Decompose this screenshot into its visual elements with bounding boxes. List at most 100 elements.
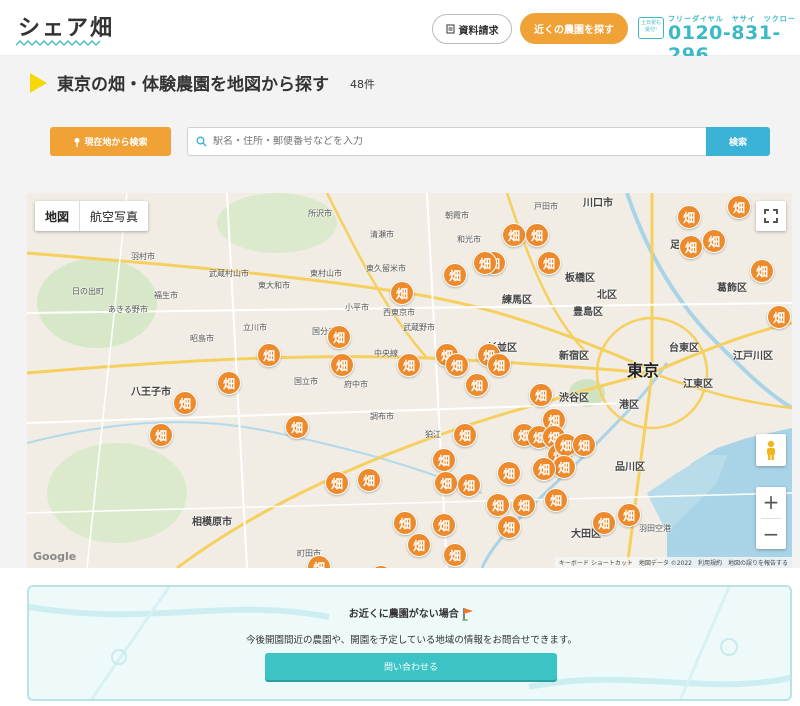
farm-pin[interactable]: 畑 bbox=[544, 488, 568, 512]
map-label: 西東京市 bbox=[383, 308, 415, 317]
farm-pin[interactable]: 畑 bbox=[434, 471, 458, 495]
contact-description: 今後開園間近の農園や、開園を予定している地域の情報をお問合せできます。 bbox=[246, 635, 577, 646]
pegman-icon bbox=[767, 440, 775, 460]
contact-button[interactable]: 問い合わせる bbox=[265, 653, 557, 680]
farm-pin[interactable]: 畑 bbox=[432, 448, 456, 472]
farm-pin[interactable]: 畑 bbox=[457, 473, 481, 497]
map-label: 渋谷区 bbox=[559, 393, 589, 404]
farm-pin[interactable]: 畑 bbox=[443, 263, 467, 287]
farm-pin[interactable]: 畑 bbox=[257, 343, 281, 367]
map-label: 品川区 bbox=[615, 462, 645, 473]
farm-pin[interactable]: 畑 bbox=[679, 235, 703, 259]
fullscreen-icon bbox=[764, 209, 778, 223]
farm-pin[interactable]: 畑 bbox=[502, 223, 526, 247]
current-location-search-button[interactable]: 現在地から検索 bbox=[50, 127, 171, 156]
zoom-in-button[interactable]: + bbox=[756, 487, 786, 518]
map-label: 川口市 bbox=[583, 198, 613, 209]
map-label: 八王子市 bbox=[131, 387, 171, 398]
contact-box: お近くに農園がない場合 今後開園間近の農園や、開園を予定している地域の情報をお問… bbox=[27, 585, 792, 701]
farm-pin[interactable]: 畑 bbox=[357, 468, 381, 492]
farm-pin[interactable]: 畑 bbox=[525, 223, 549, 247]
farm-pin[interactable]: 畑 bbox=[750, 259, 774, 283]
farm-pin[interactable]: 畑 bbox=[407, 533, 431, 557]
farm-pin[interactable]: 畑 bbox=[592, 511, 616, 535]
farm-pin[interactable]: 畑 bbox=[487, 353, 511, 377]
contact-title-text: お近くに農園がない場合 bbox=[348, 609, 459, 620]
search-button[interactable]: 検索 bbox=[706, 127, 770, 156]
map-label: 国立市 bbox=[294, 377, 318, 386]
map-label: 武蔵村山市 bbox=[209, 269, 249, 278]
farm-pin[interactable]: 畑 bbox=[512, 493, 536, 517]
farm-pin[interactable]: 畑 bbox=[149, 423, 173, 447]
free-badge: 土日祝も受付! bbox=[638, 17, 664, 39]
map-label: あきる野市 bbox=[108, 305, 148, 314]
farm-pin[interactable]: 畑 bbox=[432, 513, 456, 537]
map-type-satellite[interactable]: 航空写真 bbox=[80, 201, 148, 231]
farm-pin[interactable]: 畑 bbox=[767, 305, 791, 329]
farm-pin[interactable]: 畑 bbox=[532, 457, 556, 481]
map-label: 江戸川区 bbox=[733, 351, 773, 362]
street-view-pegman[interactable] bbox=[756, 434, 786, 466]
farm-pin[interactable]: 畑 bbox=[445, 353, 469, 377]
map-label: 立川市 bbox=[243, 323, 267, 332]
farm-pin[interactable]: 畑 bbox=[327, 325, 351, 349]
farm-pin[interactable]: 畑 bbox=[465, 373, 489, 397]
map-label: 武蔵野市 bbox=[403, 323, 435, 332]
map-label: 福生市 bbox=[154, 291, 178, 300]
farm-pin[interactable]: 畑 bbox=[617, 503, 641, 527]
current-location-label: 現在地から検索 bbox=[84, 138, 148, 148]
map-label: 豊島区 bbox=[573, 307, 603, 318]
map-label: 港区 bbox=[619, 400, 639, 411]
farm-pin[interactable]: 畑 bbox=[217, 371, 241, 395]
map-label: 板橋区 bbox=[565, 273, 595, 284]
farm-pin[interactable]: 畑 bbox=[473, 251, 497, 275]
farm-pin[interactable]: 畑 bbox=[702, 229, 726, 253]
document-icon bbox=[446, 24, 454, 34]
farm-pin[interactable]: 畑 bbox=[497, 461, 521, 485]
map-type-map[interactable]: 地図 bbox=[35, 201, 81, 231]
map[interactable]: 地図 航空写真 川口市 板橋区 北区 足立区 葛飾区 練馬区 豊島区 杉並区 新… bbox=[27, 193, 792, 568]
farm-pin[interactable]: 畑 bbox=[537, 251, 561, 275]
map-label: 台東区 bbox=[669, 343, 699, 354]
search-input[interactable] bbox=[213, 136, 693, 147]
find-nearby-farm-button[interactable]: 近くの農園を探す bbox=[520, 13, 628, 44]
farm-pin[interactable]: 畑 bbox=[393, 511, 417, 535]
map-label: 羽村市 bbox=[131, 252, 155, 261]
farm-pin[interactable]: 畑 bbox=[486, 493, 510, 517]
farm-pin[interactable]: 畑 bbox=[529, 383, 553, 407]
farm-pin[interactable]: 畑 bbox=[285, 415, 309, 439]
fullscreen-button[interactable] bbox=[756, 201, 786, 231]
map-label: 羽田空港 bbox=[639, 524, 671, 533]
farm-pin[interactable]: 畑 bbox=[727, 195, 751, 219]
map-label: 戸田市 bbox=[534, 202, 558, 211]
map-label: 新宿区 bbox=[559, 351, 589, 362]
map-label: 狛江 bbox=[425, 430, 441, 439]
farm-pin[interactable]: 畑 bbox=[397, 353, 421, 377]
google-logo: Google bbox=[33, 550, 77, 563]
logo[interactable]: シェア畑 bbox=[18, 10, 114, 42]
map-label: 府中市 bbox=[344, 380, 368, 389]
map-attribution[interactable]: キーボード ショートカット 地図データ ©2022 利用規約 地図の誤りを報告す… bbox=[554, 557, 792, 568]
farm-pin[interactable]: 畑 bbox=[325, 471, 349, 495]
search-icon bbox=[196, 136, 207, 147]
map-label: 東京 bbox=[627, 361, 660, 380]
map-label: 調布市 bbox=[370, 412, 394, 421]
map-label: 日の出町 bbox=[72, 287, 104, 296]
farm-pin[interactable]: 畑 bbox=[572, 433, 596, 457]
farm-pin[interactable]: 畑 bbox=[173, 391, 197, 415]
document-request-button[interactable]: 資料請求 bbox=[432, 14, 512, 44]
page-title: 東京の畑・体験農園を地図から探す bbox=[57, 75, 329, 95]
map-label: 所沢市 bbox=[308, 209, 332, 218]
farm-pin[interactable]: 畑 bbox=[453, 423, 477, 447]
farm-pin[interactable]: 畑 bbox=[390, 281, 414, 305]
logo-wave-icon bbox=[16, 40, 101, 46]
farm-pin[interactable]: 畑 bbox=[330, 353, 354, 377]
flag-icon bbox=[462, 608, 474, 621]
contact-title: お近くに農園がない場合 bbox=[29, 605, 790, 621]
zoom-out-button[interactable]: − bbox=[756, 519, 786, 550]
map-label: 清瀬市 bbox=[370, 230, 394, 239]
farm-pin[interactable]: 畑 bbox=[443, 543, 467, 567]
farm-pin[interactable]: 畑 bbox=[677, 205, 701, 229]
farm-pin[interactable]: 畑 bbox=[497, 515, 521, 539]
map-label: 練馬区 bbox=[502, 295, 532, 306]
